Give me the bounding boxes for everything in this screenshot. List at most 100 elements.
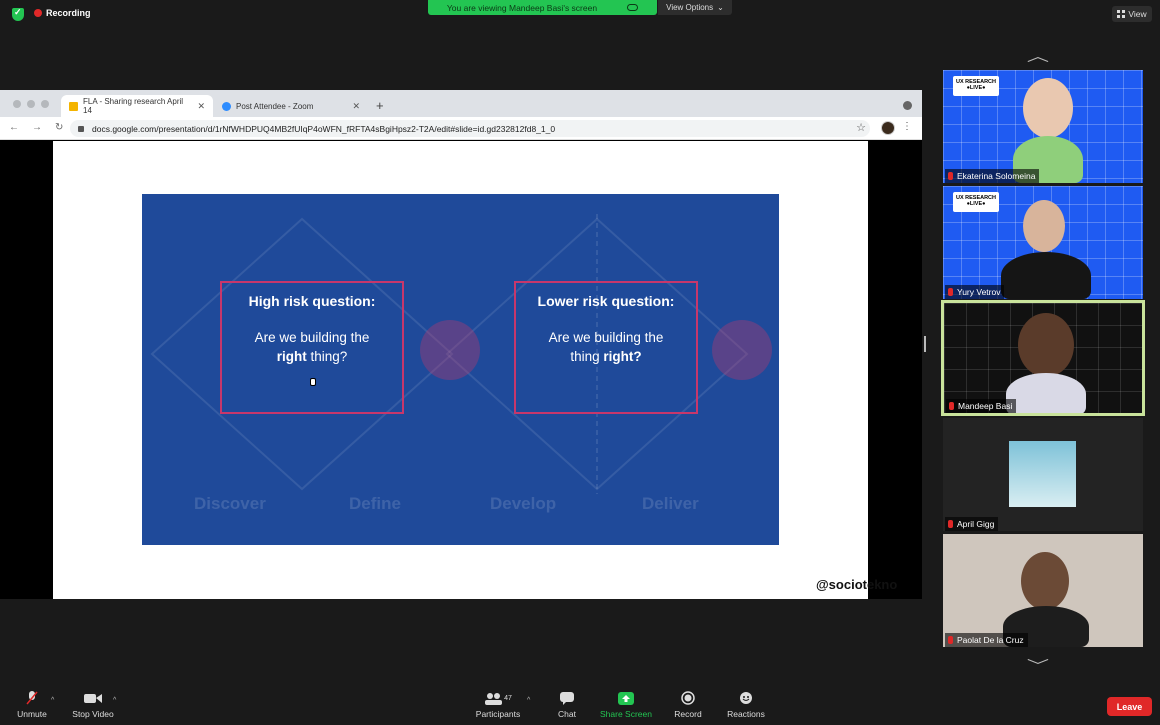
view-button[interactable]: View <box>1112 6 1152 22</box>
box-text-line: Are we building the <box>548 330 664 345</box>
participant-tile[interactable]: UX RESEARCH ●LIVE● Ekaterina Solomeina <box>943 70 1143 183</box>
browser-tab-zoom[interactable]: Post Attendee - Zoom ✕ <box>214 95 368 117</box>
participants-button[interactable]: 47 Participants <box>473 691 523 719</box>
meeting-toolbar: Unmute ^ Stop Video ^ 47 Participants ^ … <box>0 688 1160 725</box>
participant-video <box>1018 313 1074 377</box>
new-tab-button[interactable]: + <box>376 98 384 113</box>
minimize-window-icon[interactable] <box>27 100 35 108</box>
share-screen-button[interactable]: Share Screen <box>598 691 654 719</box>
view-button-label: View <box>1128 9 1147 19</box>
stop-video-label: Stop Video <box>72 709 114 719</box>
record-button[interactable]: Record <box>672 691 704 719</box>
browser-tab-bar: FLA - Sharing research April 14 ✕ Post A… <box>0 90 922 117</box>
phase-label: Define <box>349 494 401 513</box>
participant-video <box>1021 552 1069 610</box>
participant-profile-photo <box>1009 441 1076 507</box>
close-tab-icon[interactable]: ✕ <box>352 101 360 112</box>
social-handle: @sociotekno <box>816 577 898 592</box>
recording-label: Recording <box>46 8 91 18</box>
chevron-up-icon[interactable]: ︿ <box>1027 46 1049 66</box>
address-bar-row: ← → ↻ docs.google.com/presentation/d/1rN… <box>0 117 922 140</box>
box-text-tail: thing? <box>306 349 348 364</box>
extension-icon[interactable] <box>903 101 912 110</box>
participant-tile[interactable]: Paolat De la Cruz <box>943 534 1143 647</box>
tab-label: Post Attendee - Zoom <box>236 101 314 111</box>
ux-research-live-logo: UX RESEARCH ●LIVE● <box>953 76 999 96</box>
grid-view-icon <box>1117 10 1126 18</box>
mouse-cursor-icon <box>310 378 316 386</box>
audio-options-caret-icon[interactable]: ^ <box>51 697 54 704</box>
participant-video <box>1023 200 1065 252</box>
chevron-down-icon[interactable]: ﹀ <box>1027 656 1049 676</box>
more-menu-icon[interactable]: ⋮ <box>902 121 912 132</box>
google-slides-icon <box>69 101 78 111</box>
view-options-label: View Options <box>666 3 714 12</box>
leave-meeting-button[interactable]: Leave <box>1107 697 1152 716</box>
reactions-button[interactable]: Reactions <box>724 691 768 719</box>
box-text-bold: right? <box>603 349 642 364</box>
box-text: Are we building the thing right? <box>516 328 696 366</box>
participants-icon: 47 <box>473 691 523 705</box>
stop-video-button[interactable]: Stop Video <box>69 691 117 719</box>
bookmark-star-icon[interactable]: ☆ <box>856 121 866 134</box>
slide: High risk question: Are we building the … <box>142 194 779 545</box>
resize-handle[interactable] <box>924 336 926 352</box>
cloud-icon <box>627 4 639 11</box>
lock-icon <box>78 125 84 132</box>
viewing-screen-banner: You are viewing Mandeep Basi's screen <box>428 0 657 15</box>
close-tab-icon[interactable]: ✕ <box>197 101 205 112</box>
share-screen-icon <box>598 691 654 705</box>
forward-icon[interactable]: → <box>32 122 42 133</box>
participant-name: April Gigg <box>945 517 999 531</box>
maximize-window-icon[interactable] <box>41 100 49 108</box>
view-options-button[interactable]: View Options ⌄ <box>658 0 732 15</box>
back-icon[interactable]: ← <box>9 122 19 133</box>
participant-name: Yury Vetrov <box>945 285 1005 299</box>
unmute-button[interactable]: Unmute <box>14 691 50 719</box>
chat-label: Chat <box>558 709 576 719</box>
participant-body <box>1001 252 1091 299</box>
url-field[interactable]: docs.google.com/presentation/d/1rNfWHDPU… <box>70 120 870 137</box>
nav-buttons: ← → ↻ <box>9 122 63 133</box>
recording-indicator[interactable]: Recording <box>34 8 91 18</box>
box-text-pre: thing <box>570 349 604 364</box>
browser-tab-slides[interactable]: FLA - Sharing research April 14 ✕ <box>61 95 213 117</box>
url-text: docs.google.com/presentation/d/1rNfWHDPU… <box>92 123 556 134</box>
record-dot-icon <box>34 9 42 17</box>
participant-tile-active-speaker[interactable]: Mandeep Basi <box>941 300 1145 416</box>
participant-tile[interactable]: April Gigg <box>943 418 1143 531</box>
microphone-muted-icon <box>14 691 50 705</box>
chat-button[interactable]: Chat <box>552 691 582 719</box>
zoom-icon <box>222 101 231 111</box>
reactions-label: Reactions <box>727 709 765 719</box>
security-shield-icon[interactable] <box>12 7 24 21</box>
participant-name: Ekaterina Solomeina <box>945 169 1040 183</box>
box-text: Are we building the right thing? <box>222 328 402 366</box>
participants-options-caret-icon[interactable]: ^ <box>527 697 530 704</box>
high-risk-question-box: High risk question: Are we building the … <box>220 281 404 414</box>
profile-avatar[interactable] <box>881 121 895 135</box>
phase-label: Discover <box>194 494 266 513</box>
phase-label: Deliver <box>642 494 699 513</box>
video-camera-icon <box>69 691 117 705</box>
participant-body <box>1006 373 1086 413</box>
participant-tile[interactable]: UX RESEARCH ●LIVE● Yury Vetrov <box>943 186 1143 299</box>
box-heading: Lower risk question: <box>537 293 675 309</box>
record-icon <box>672 691 704 705</box>
tab-label: FLA - Sharing research April 14 <box>83 97 184 115</box>
close-window-icon[interactable] <box>13 100 21 108</box>
phase-label: Develop <box>490 494 557 513</box>
chat-bubble-icon <box>552 691 582 705</box>
box-text-bold: right <box>276 349 307 364</box>
participants-count: 47 <box>504 694 512 702</box>
window-controls <box>13 100 49 108</box>
video-options-caret-icon[interactable]: ^ <box>113 697 116 704</box>
ux-research-live-logo: UX RESEARCH ●LIVE● <box>953 192 999 212</box>
chevron-down-icon: ⌄ <box>717 3 724 12</box>
reload-icon[interactable]: ↻ <box>55 122 63 133</box>
participant-name: Paolat De la Cruz <box>945 633 1028 647</box>
share-screen-label: Share Screen <box>600 709 652 719</box>
lower-risk-question-box: Lower risk question: Are we building the… <box>514 281 698 414</box>
unmute-label: Unmute <box>17 709 47 719</box>
participant-name: Mandeep Basi <box>946 399 1017 413</box>
